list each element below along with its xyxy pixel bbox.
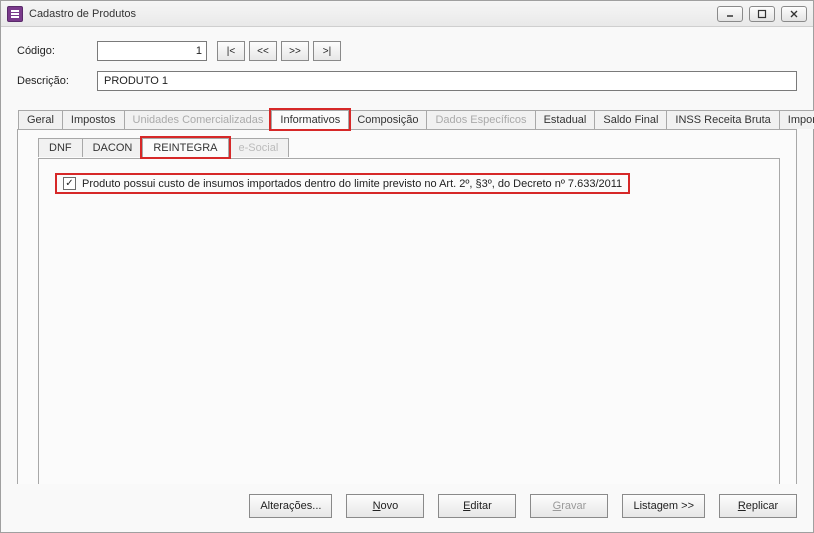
app-icon	[7, 6, 23, 22]
tab-estadual[interactable]: Estadual	[535, 110, 596, 129]
gravar-button[interactable]: Gravar	[530, 494, 608, 518]
window: Cadastro de Produtos Código: 1 |< << >> …	[0, 0, 814, 533]
sub-tab-strip: DNFDACONREINTEGRAe-Social	[38, 138, 288, 157]
code-label: Código:	[17, 45, 97, 57]
tabs-panel: GeralImpostosUnidades ComercializadasInf…	[17, 129, 797, 509]
tab-composição[interactable]: Composição	[348, 110, 427, 129]
tab-impostos[interactable]: Impostos	[62, 110, 125, 129]
tab-unidades-comercializadas[interactable]: Unidades Comercializadas	[124, 110, 273, 129]
client-area: Código: 1 |< << >> >| Descrição: PRODUTO…	[1, 27, 813, 525]
close-button[interactable]	[781, 6, 807, 22]
row-code: Código: 1 |< << >> >|	[17, 41, 797, 61]
row-desc: Descrição: PRODUTO 1	[17, 71, 797, 91]
window-controls	[717, 6, 807, 22]
tab-dados-específicos[interactable]: Dados Específicos	[426, 110, 535, 129]
tab-informativos[interactable]: Informativos	[271, 110, 349, 129]
nav-prev-button[interactable]: <<	[249, 41, 277, 61]
maximize-button[interactable]	[749, 6, 775, 22]
tab-saldo-final[interactable]: Saldo Final	[594, 110, 667, 129]
minimize-button[interactable]	[717, 6, 743, 22]
desc-input[interactable]: PRODUTO 1	[97, 71, 797, 91]
alteracoes-button[interactable]: Alterações...	[249, 494, 332, 518]
titlebar: Cadastro de Produtos	[1, 1, 813, 27]
code-input[interactable]: 1	[97, 41, 207, 61]
nav-next-button[interactable]: >>	[281, 41, 309, 61]
footer-buttons: Alterações... Novo Editar Gravar Listage…	[1, 484, 813, 532]
subtab-dnf[interactable]: DNF	[38, 138, 83, 157]
subtab-reintegra[interactable]: REINTEGRA	[142, 138, 228, 157]
desc-label: Descrição:	[17, 75, 97, 87]
main-tab-strip: GeralImpostosUnidades ComercializadasInf…	[18, 110, 814, 129]
window-title: Cadastro de Produtos	[29, 8, 717, 20]
listagem-button[interactable]: Listagem >>	[622, 494, 705, 518]
reintegra-checkbox-row: Produto possui custo de insumos importad…	[55, 173, 630, 194]
reintegra-checkbox-label: Produto possui custo de insumos importad…	[82, 178, 622, 190]
nav-first-button[interactable]: |<	[217, 41, 245, 61]
editar-button[interactable]: Editar	[438, 494, 516, 518]
tab-inss-receita-bruta[interactable]: INSS Receita Bruta	[666, 110, 779, 129]
nav-last-button[interactable]: >|	[313, 41, 341, 61]
novo-button[interactable]: Novo	[346, 494, 424, 518]
tab-importações[interactable]: Importações	[779, 110, 814, 129]
tab-geral[interactable]: Geral	[18, 110, 63, 129]
subtab-content: Produto possui custo de insumos importad…	[38, 158, 780, 492]
subtab-e-social[interactable]: e-Social	[228, 138, 290, 157]
reintegra-checkbox[interactable]	[63, 177, 76, 190]
subtab-dacon[interactable]: DACON	[82, 138, 144, 157]
replicar-button[interactable]: Replicar	[719, 494, 797, 518]
record-nav: |< << >> >|	[217, 41, 341, 61]
